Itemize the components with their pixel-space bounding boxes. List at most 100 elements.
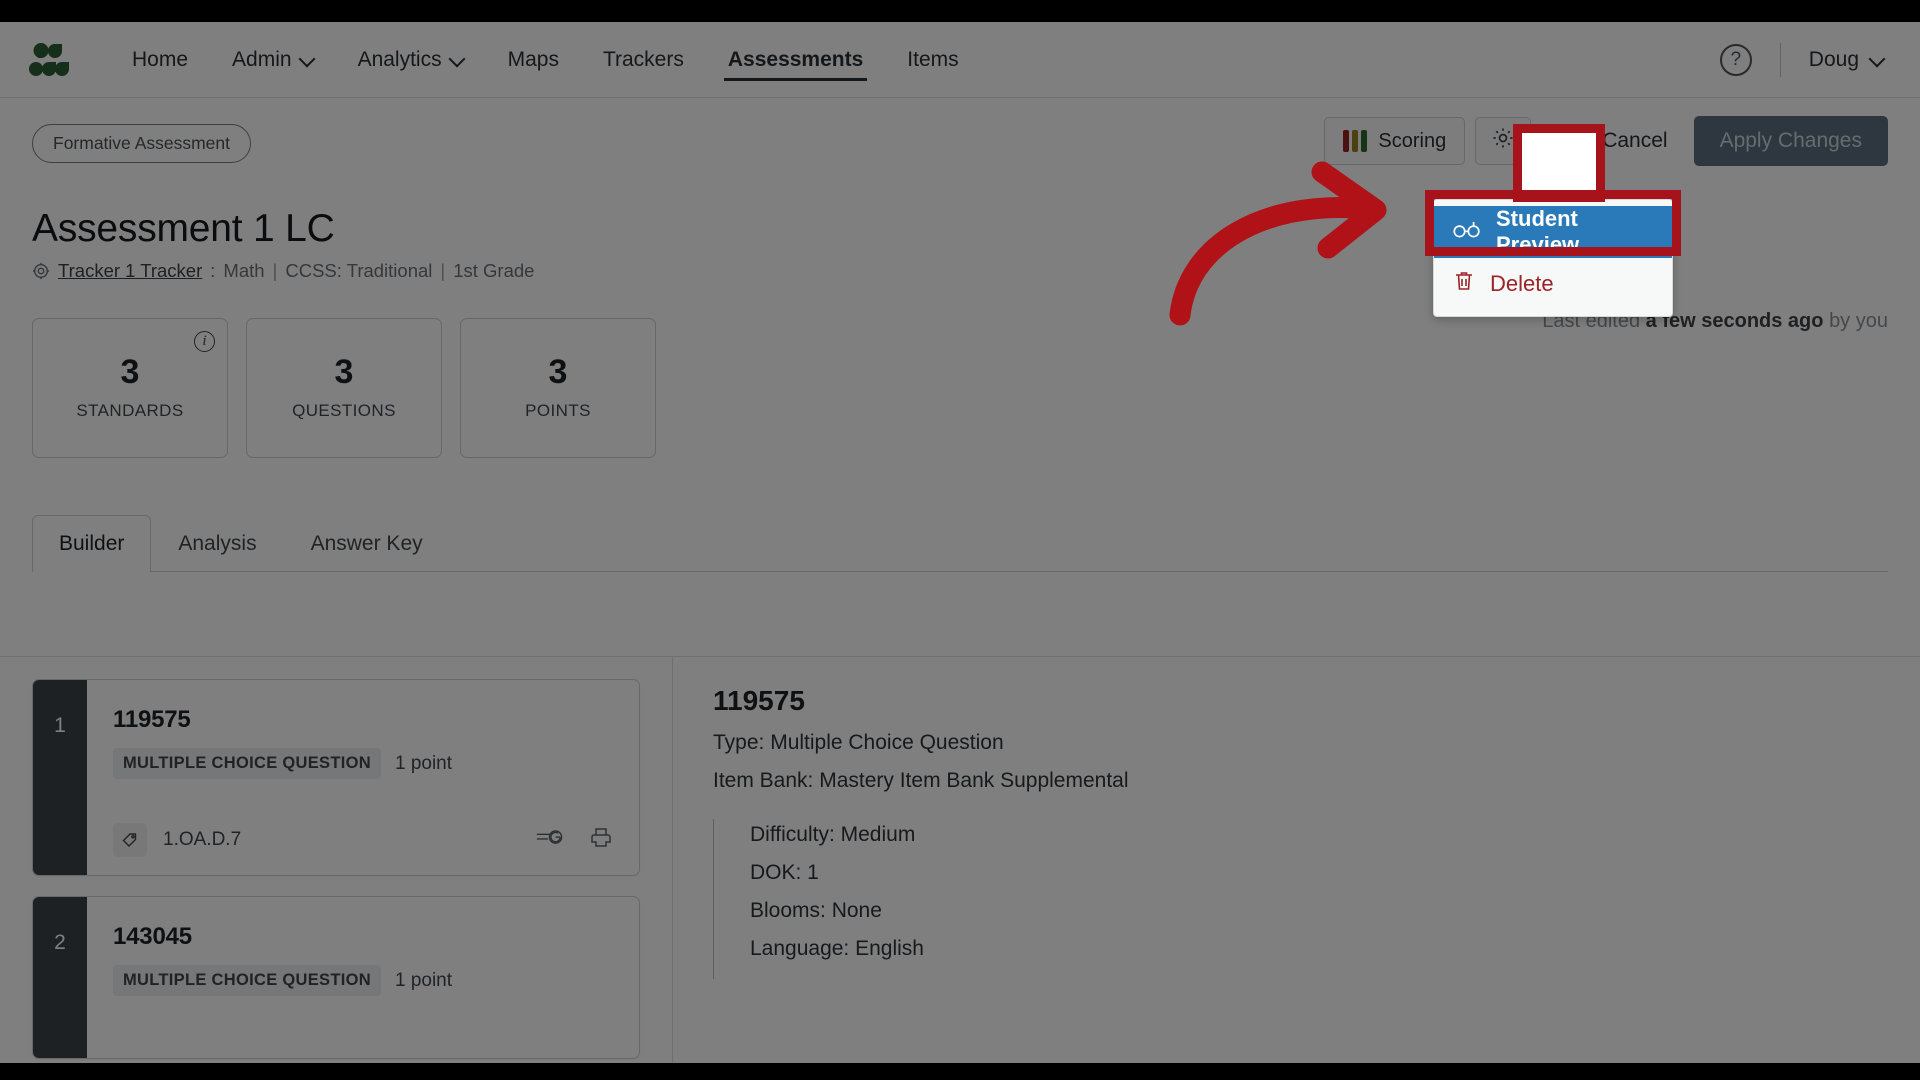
chevron-down-icon: [301, 51, 314, 64]
menu-item-delete[interactable]: Delete: [1434, 258, 1672, 310]
scoring-bars-icon: [1343, 130, 1368, 152]
question-meta: MULTIPLE CHOICE QUESTION 1 point: [113, 748, 613, 779]
tag-icon[interactable]: [113, 823, 147, 857]
assessment-type-badge: Formative Assessment: [32, 124, 251, 163]
nav-item-trackers[interactable]: Trackers: [581, 22, 706, 98]
cancel-button[interactable]: Cancel: [1586, 117, 1683, 165]
menu-item-label: Delete: [1490, 271, 1554, 296]
apply-changes-button[interactable]: Apply Changes: [1693, 116, 1888, 166]
question-card[interactable]: 1 119575 MULTIPLE CHOICE QUESTION 1 poin…: [32, 679, 640, 876]
tab-answer-key[interactable]: Answer Key: [284, 515, 450, 572]
nav-label: Maps: [507, 47, 559, 71]
nav-item-items[interactable]: Items: [885, 22, 980, 98]
stat-value: 3: [548, 353, 568, 391]
stat-card-standards: i 3 STANDARDS: [32, 318, 228, 458]
stat-value: 3: [120, 353, 140, 391]
pipe-separator: |: [272, 260, 278, 281]
question-type-badge: MULTIPLE CHOICE QUESTION: [113, 965, 381, 996]
stat-label: STANDARDS: [76, 401, 184, 420]
tracker-link[interactable]: Tracker 1 Tracker: [58, 260, 202, 282]
print-icon[interactable]: [589, 826, 613, 855]
detail-language: Language: English: [750, 937, 924, 960]
help-glyph: ?: [1730, 48, 1742, 70]
question-body: 143045 MULTIPLE CHOICE QUESTION 1 point: [87, 897, 639, 1058]
stat-card-points: 3 POINTS: [460, 318, 656, 458]
detail-attributes: Difficulty: Medium DOK: 1 Blooms: None L…: [713, 819, 1880, 979]
detail-blooms: Blooms: None: [750, 899, 882, 922]
letterbox-bottom: [0, 1063, 1920, 1080]
standard-set-label: CCSS: Traditional: [285, 260, 433, 281]
chevron-down-icon: [451, 51, 464, 64]
nav-item-admin[interactable]: Admin: [210, 22, 336, 98]
stat-value: 3: [334, 353, 354, 391]
nav-item-maps[interactable]: Maps: [486, 22, 581, 98]
assessment-toolbar: Scoring Cancel Apply Changes: [1324, 116, 1888, 166]
detail-difficulty: Difficulty: Medium: [750, 823, 916, 846]
question-card[interactable]: 2 143045 MULTIPLE CHOICE QUESTION 1 poin…: [32, 896, 640, 1059]
question-actions: [535, 826, 613, 855]
google-share-icon[interactable]: [535, 827, 563, 854]
assessment-header-strip: Formative Assessment Scoring Cancel Appl…: [0, 98, 1920, 332]
letterbox-top: [0, 0, 1920, 22]
detail-item-bank: Item Bank: Mastery Item Bank Supplementa…: [713, 769, 1129, 792]
nav-label: Items: [907, 47, 959, 71]
more-options-menu: Student Preview Delete: [1433, 199, 1673, 317]
builder-body: 1 119575 MULTIPLE CHOICE QUESTION 1 poin…: [0, 656, 1920, 1063]
glasses-icon: [1452, 219, 1482, 245]
scoring-label: Scoring: [1378, 129, 1447, 152]
question-meta: MULTIPLE CHOICE QUESTION 1 point: [113, 965, 613, 996]
stat-label: QUESTIONS: [292, 401, 396, 420]
info-icon[interactable]: i: [194, 331, 215, 352]
nav-item-assessments[interactable]: Assessments: [706, 22, 885, 98]
question-points: 1 point: [394, 752, 453, 774]
nav-items: Home Admin Analytics Maps Trackers Asses…: [110, 22, 981, 98]
colon-separator: :: [210, 260, 216, 281]
content-tabs: Builder Analysis Answer Key: [32, 514, 1888, 573]
tab-analysis[interactable]: Analysis: [151, 515, 283, 572]
settings-button[interactable]: [1475, 117, 1532, 165]
nav-label: Home: [132, 47, 189, 71]
menu-item-label: Student Preview: [1496, 206, 1580, 257]
gear-icon: [1490, 125, 1516, 157]
more-options-button[interactable]: [1528, 138, 1590, 188]
nav-label: Admin: [232, 47, 292, 71]
nav-divider: [1779, 42, 1781, 77]
tab-builder[interactable]: Builder: [32, 515, 152, 573]
target-icon: [32, 262, 50, 280]
pipe-separator: |: [440, 260, 446, 281]
top-navigation-bar: Home Admin Analytics Maps Trackers Asses…: [0, 22, 1920, 98]
question-body: 119575 MULTIPLE CHOICE QUESTION 1 point: [87, 680, 639, 875]
nav-right-group: ? Doug: [1719, 42, 1892, 77]
menu-item-student-preview[interactable]: Student Preview: [1434, 206, 1672, 258]
question-points: 1 point: [394, 969, 453, 991]
question-list: 1 119575 MULTIPLE CHOICE QUESTION 1 poin…: [0, 657, 672, 1063]
question-type-badge: MULTIPLE CHOICE QUESTION: [113, 748, 381, 779]
last-edited-suffix: by you: [1829, 310, 1888, 332]
question-index: 2: [33, 897, 87, 1058]
stat-label: POINTS: [525, 401, 591, 420]
user-menu[interactable]: Doug: [1809, 48, 1892, 72]
app-page: Home Admin Analytics Maps Trackers Asses…: [0, 22, 1920, 1063]
question-footer: 1.OA.D.7: [113, 823, 613, 857]
subject-label: Math: [223, 260, 265, 281]
question-index: 1: [33, 680, 87, 875]
user-name: Doug: [1808, 47, 1859, 71]
question-detail-panel: 119575 Type: Multiple Choice Question It…: [672, 657, 1920, 1063]
nav-item-analytics[interactable]: Analytics: [336, 22, 486, 98]
scoring-button[interactable]: Scoring: [1324, 117, 1466, 165]
detail-type: Type: Multiple Choice Question: [713, 731, 1004, 754]
screenshot-root: Home Admin Analytics Maps Trackers Asses…: [0, 0, 1920, 1080]
stat-card-questions: 3 QUESTIONS: [246, 318, 442, 458]
detail-dok: DOK: 1: [750, 861, 819, 884]
nav-label: Analytics: [357, 47, 442, 71]
question-id: 119575: [113, 706, 191, 733]
trash-icon: [1452, 269, 1476, 299]
grade-label: 1st Grade: [453, 260, 535, 281]
help-icon[interactable]: ?: [1719, 43, 1752, 76]
question-standard: 1.OA.D.7: [163, 829, 242, 850]
nav-item-home[interactable]: Home: [110, 22, 210, 98]
detail-question-id: 119575: [713, 685, 805, 716]
mastery-connect-logo[interactable]: [28, 40, 74, 80]
chevron-down-icon: [1871, 51, 1884, 64]
nav-label: Trackers: [602, 47, 684, 71]
